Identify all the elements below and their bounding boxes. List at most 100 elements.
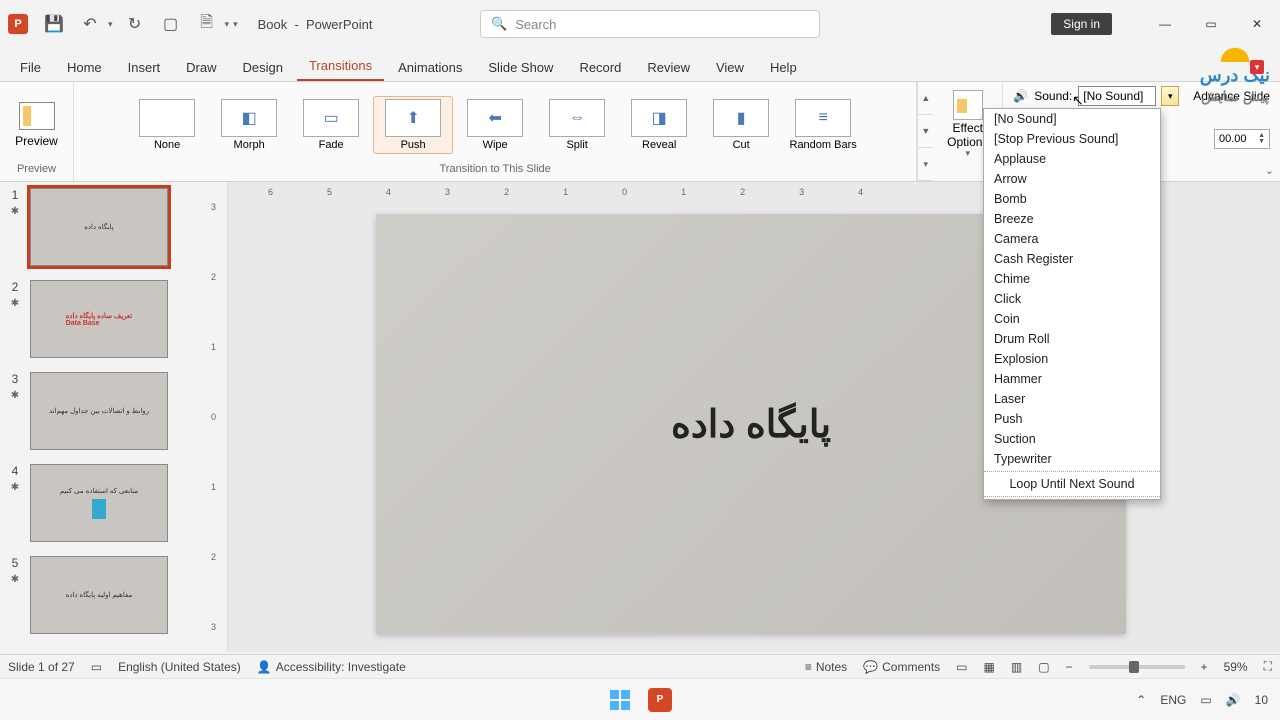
sound-option[interactable]: Arrow (984, 169, 1160, 189)
comments-button[interactable]: 💬Comments (863, 660, 940, 674)
sound-option[interactable]: Cash Register (984, 249, 1160, 269)
start-button[interactable] (605, 685, 635, 715)
sound-option[interactable]: Hammer (984, 369, 1160, 389)
sound-option[interactable]: Push (984, 409, 1160, 429)
morph-icon: ◧ (221, 99, 277, 137)
fit-window-icon[interactable]: ⛶ (1264, 659, 1272, 674)
tray-page: 10 (1255, 693, 1268, 707)
sound-option[interactable]: Typewriter (984, 449, 1160, 469)
tab-file[interactable]: File (8, 54, 53, 81)
search-icon: 🔍 (491, 16, 507, 32)
tab-home[interactable]: Home (55, 54, 114, 81)
zoom-in-icon[interactable]: + (1201, 660, 1208, 674)
tray-volume-icon[interactable]: 🔊 (1226, 693, 1241, 707)
advance-time-input[interactable]: 00.00 ▲▼ (1214, 129, 1270, 149)
sound-option[interactable]: Camera (984, 229, 1160, 249)
sound-option[interactable]: Drum Roll (984, 329, 1160, 349)
tab-view[interactable]: View (704, 54, 756, 81)
effect-options-icon (953, 90, 983, 120)
transition-none[interactable]: None (127, 96, 207, 154)
zoom-out-icon[interactable]: − (1066, 660, 1073, 674)
sound-icon: 🔊 (1013, 89, 1028, 103)
sound-option[interactable]: [Stop Previous Sound] (984, 129, 1160, 149)
tab-design[interactable]: Design (231, 54, 295, 81)
save-icon[interactable]: 💾 (40, 10, 68, 38)
file-icon[interactable]: 🗎 (193, 10, 221, 38)
tab-review[interactable]: Review (635, 54, 702, 81)
tab-help[interactable]: Help (758, 54, 809, 81)
tab-transitions[interactable]: Transitions (297, 52, 384, 81)
tray-language[interactable]: ENG (1160, 693, 1186, 707)
slide-thumb-2[interactable]: 2✱تعریف ساده پایگاه داده Data Base (6, 280, 200, 358)
transition-random-bars[interactable]: ≡Random Bars (783, 96, 863, 154)
sound-option[interactable]: Coin (984, 309, 1160, 329)
sound-option[interactable]: Bomb (984, 189, 1160, 209)
redo-icon[interactable]: ↻ (121, 10, 149, 38)
accessibility-icon: 👤 (257, 660, 272, 674)
preview-button[interactable]: Preview (7, 100, 66, 150)
sign-in-button[interactable]: Sign in (1051, 13, 1112, 35)
close-icon[interactable]: ✕ (1234, 8, 1280, 40)
normal-view-icon[interactable]: ▭ (956, 660, 967, 674)
ribbon-collapse-icon[interactable]: ⌄ (1265, 164, 1274, 177)
transition-morph[interactable]: ◧Morph (209, 96, 289, 154)
sound-option[interactable]: Suction (984, 429, 1160, 449)
present-from-start-icon[interactable]: ▢ (157, 10, 185, 38)
sound-option[interactable]: Breeze (984, 209, 1160, 229)
transition-star-icon: ✱ (11, 482, 19, 493)
transition-push[interactable]: ⬆Push (373, 96, 453, 154)
slide-thumb-3[interactable]: 3✱روابط و اتصالات بین جداول مهم‌اند (6, 372, 200, 450)
sound-option[interactable]: Click (984, 289, 1160, 309)
transition-star-icon: ✱ (11, 574, 19, 585)
sound-option[interactable]: Explosion (984, 349, 1160, 369)
transition-cut[interactable]: ▮Cut (701, 96, 781, 154)
tab-slide-show[interactable]: Slide Show (476, 54, 565, 81)
transition-reveal[interactable]: ◨Reveal (619, 96, 699, 154)
notes-button[interactable]: ≡Notes (805, 660, 847, 674)
reading-view-icon[interactable]: ▥ (1011, 660, 1022, 674)
sorter-view-icon[interactable]: ▦ (984, 660, 995, 674)
slide-thumb-1[interactable]: 1✱پایگاه داده (6, 188, 200, 266)
sound-option[interactable]: Laser (984, 389, 1160, 409)
taskbar-powerpoint[interactable]: P (645, 685, 675, 715)
reveal-icon: ◨ (631, 99, 687, 137)
tab-record[interactable]: Record (567, 54, 633, 81)
spellcheck-icon[interactable]: ▭ (91, 660, 102, 674)
accessibility-status[interactable]: 👤 Accessibility: Investigate (257, 660, 406, 674)
none-icon (139, 99, 195, 137)
vertical-ruler: 3210123 (200, 182, 228, 652)
restore-icon[interactable]: ▭ (1188, 8, 1234, 40)
zoom-slider[interactable] (1089, 665, 1185, 669)
push-icon: ⬆ (385, 99, 441, 137)
tray-chevron-icon[interactable]: ⌃ (1136, 693, 1146, 707)
sound-dropdown-button[interactable]: ▾ (1161, 86, 1179, 106)
slide-thumb-4[interactable]: 4✱منابعی که استفاده می کنیم (6, 464, 200, 542)
transition-wipe[interactable]: ⬅Wipe (455, 96, 535, 154)
slide-thumbnails[interactable]: 1✱پایگاه داده 2✱تعریف ساده پایگاه داده Da… (0, 182, 200, 652)
transition-fade[interactable]: ▭Fade (291, 96, 371, 154)
cut-icon: ▮ (713, 99, 769, 137)
sound-option[interactable]: Applause (984, 149, 1160, 169)
sound-select[interactable]: [No Sound] (1078, 86, 1156, 106)
minimize-icon[interactable]: — (1142, 8, 1188, 40)
gallery-scroll[interactable]: ▲▼▾ (917, 82, 933, 181)
tab-insert[interactable]: Insert (116, 54, 173, 81)
slideshow-view-icon[interactable]: ▢ (1038, 660, 1049, 674)
tab-draw[interactable]: Draw (174, 54, 228, 81)
qat-more-icon[interactable]: ▾ (233, 19, 238, 30)
transition-star-icon: ✱ (11, 390, 19, 401)
sound-option[interactable]: [No Sound] (984, 109, 1160, 129)
undo-icon[interactable]: ↶ (76, 10, 104, 38)
tray-display-icon[interactable]: ▭ (1200, 693, 1211, 707)
search-input[interactable]: 🔍 Search (480, 10, 820, 38)
language-status[interactable]: English (United States) (118, 660, 241, 674)
sound-label: Sound: (1034, 89, 1072, 103)
preview-icon (19, 102, 55, 130)
sound-option[interactable]: Chime (984, 269, 1160, 289)
tab-animations[interactable]: Animations (386, 54, 474, 81)
ribbon-options-icon[interactable]: ▾ (1250, 60, 1264, 74)
transition-split[interactable]: ⇔Split (537, 96, 617, 154)
sound-loop-option[interactable]: Loop Until Next Sound (984, 474, 1160, 494)
zoom-value[interactable]: 59% (1224, 660, 1248, 674)
slide-thumb-5[interactable]: 5✱مفاهیم اولیه پایگاه داده (6, 556, 200, 634)
